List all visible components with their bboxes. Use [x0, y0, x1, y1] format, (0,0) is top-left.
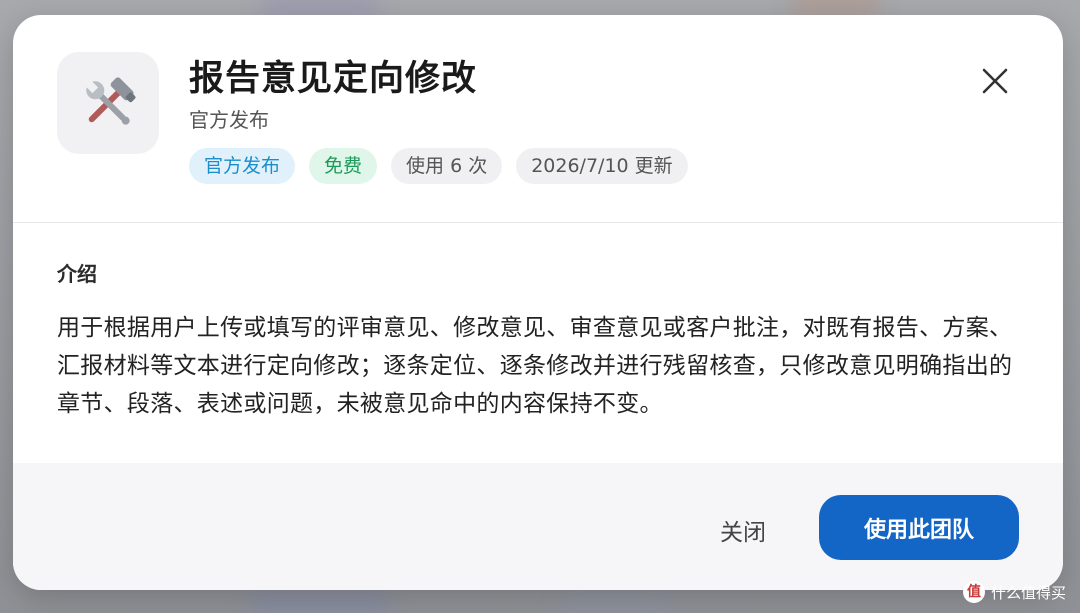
watermark-text: 什么值得买 — [990, 583, 1066, 602]
use-team-button[interactable]: 使用此团队 — [819, 495, 1019, 560]
backdrop-blob — [790, 0, 880, 10]
tool-detail-dialog: 报告意见定向修改 官方发布 官方发布 免费 使用 6 次 2026/7/10 更… — [13, 15, 1063, 590]
publisher-label: 官方发布 — [189, 108, 269, 132]
dialog-header: 报告意见定向修改 官方发布 官方发布 免费 使用 6 次 2026/7/10 更… — [13, 15, 1063, 223]
dialog-title: 报告意见定向修改 — [189, 59, 478, 99]
intro-section: 介绍 用于根据用户上传或填写的评审意见、修改意见、审查意见或客户批注，对既有报告… — [13, 223, 1063, 463]
backdrop-blob — [560, 598, 670, 610]
official-tag: 官方发布 — [189, 148, 296, 184]
watermark: 值 什么值得买 — [962, 581, 1066, 603]
usage-count-tag: 使用 6 次 — [391, 148, 503, 184]
intro-heading: 介绍 — [57, 262, 97, 286]
watermark-logo: 值 — [962, 581, 985, 603]
intro-description: 用于根据用户上传或填写的评审意见、修改意见、审查意见或客户批注，对既有报告、方案… — [57, 315, 1013, 417]
close-icon[interactable] — [981, 67, 1009, 95]
backdrop-blob — [260, 0, 380, 12]
close-button[interactable]: 关闭 — [693, 508, 793, 552]
free-tag: 免费 — [309, 148, 378, 184]
close-icon-button[interactable] — [975, 61, 1015, 101]
dialog-footer: 关闭 使用此团队 — [13, 463, 1063, 590]
tag-row: 官方发布 免费 使用 6 次 2026/7/10 更新 — [189, 148, 688, 184]
updated-date-tag: 2026/7/10 更新 — [516, 148, 688, 184]
app-icon — [57, 52, 159, 154]
backdrop-blob — [250, 596, 390, 610]
hammer-wrench-icon — [85, 77, 136, 125]
